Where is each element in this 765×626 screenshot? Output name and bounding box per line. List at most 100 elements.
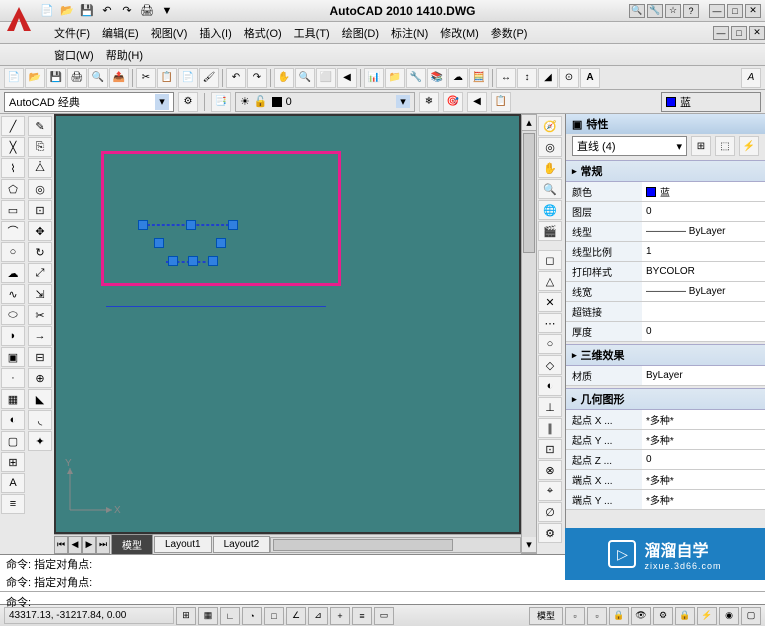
toggle-pickadd-icon[interactable]: ⊞ [691,136,711,156]
quickview-layouts-icon[interactable]: ▫ [565,607,585,625]
scroll-down-icon[interactable]: ▾ [522,537,536,553]
tb-dim2-icon[interactable]: ↕ [517,68,537,88]
section-geometry[interactable]: 几何图形 [566,388,765,410]
tab-nav-prev[interactable]: ◀ [68,536,82,554]
prop-lineweight-value[interactable]: ———— ByLayer [642,282,765,302]
block-tool-icon[interactable]: ▣ [1,347,25,367]
otrack-toggle[interactable]: ∠ [286,607,306,625]
model-space-button[interactable]: 模型 [529,607,563,625]
prop-material-value[interactable]: ByLayer [642,366,765,386]
move-tool-icon[interactable]: ✥ [28,221,52,241]
dyn-toggle[interactable]: + [330,607,350,625]
search-icon[interactable]: 🔍 [629,4,645,18]
tb-redo-icon[interactable]: ↷ [247,68,267,88]
hatch-tool-icon[interactable]: ▦ [1,389,25,409]
horizontal-scrollbar[interactable] [270,537,521,553]
layer-combo[interactable]: ☀ 🔓 0 ▾ [235,92,415,112]
copy-tool-icon[interactable]: ⎘ [28,137,52,157]
pan-icon[interactable]: ✋ [538,158,562,178]
tb-dim3-icon[interactable]: ◢ [538,68,558,88]
osnap-tan-icon[interactable]: ◐ [538,376,562,396]
prop-linetype-value[interactable]: ———— ByLayer [642,222,765,242]
grip[interactable] [188,256,198,266]
menu-draw[interactable]: 绘图(D) [336,25,385,41]
osnap-par-icon[interactable]: ∥ [538,418,562,438]
pline-tool-icon[interactable]: ⌇ [1,158,25,178]
tb-dim-icon[interactable]: ↔ [496,68,516,88]
tb-calc-icon[interactable]: 🧮 [469,68,489,88]
rectangle-tool-icon[interactable]: ▭ [1,200,25,220]
selection-combo[interactable]: 直线 (4) ▾ [572,136,687,156]
tab-layout1[interactable]: Layout1 [154,536,212,553]
explode-tool-icon[interactable]: ✦ [28,431,52,451]
qp-toggle[interactable]: ▭ [374,607,394,625]
section-3d-effect[interactable]: 三维效果 [566,344,765,366]
osnap-settings-icon[interactable]: ⚙ [538,523,562,543]
tb-match-icon[interactable]: 🖌 [199,68,219,88]
tb-undo-icon[interactable]: ↶ [226,68,246,88]
arc-tool-icon[interactable]: ⌒ [1,221,25,241]
doc-restore-button[interactable]: □ [731,26,747,40]
qat-new-icon[interactable]: 📄 [38,2,56,20]
tb-paste-icon[interactable]: 📄 [178,68,198,88]
section-general[interactable]: 常规 [566,160,765,182]
menu-insert[interactable]: 插入(I) [193,25,237,41]
osnap-int-icon[interactable]: ✕ [538,292,562,312]
menu-file[interactable]: 文件(F) [48,25,96,41]
isolate-objects-icon[interactable]: ◉ [719,607,739,625]
tb-dim4-icon[interactable]: ⊙ [559,68,579,88]
menu-tools[interactable]: 工具(T) [288,25,336,41]
tb-cut-icon[interactable]: ✂ [136,68,156,88]
lwt-toggle[interactable]: ≡ [352,607,372,625]
nav-compass-icon[interactable]: 🧭 [538,116,562,136]
extend-tool-icon[interactable]: → [28,326,52,346]
drawing-canvas[interactable]: X Y [54,114,521,534]
circle-tool-icon[interactable]: ○ [1,242,25,262]
stretch-tool-icon[interactable]: ⇲ [28,284,52,304]
workspace-gear-icon[interactable]: ⚙ [178,92,198,112]
tb-pan-icon[interactable]: ✋ [274,68,294,88]
fillet-tool-icon[interactable]: ◟ [28,410,52,430]
tab-layout2[interactable]: Layout2 [213,536,271,553]
prop-hyperlink-value[interactable] [642,302,765,322]
close-button[interactable]: ✕ [745,4,761,18]
annotation-scale-icon[interactable]: 🔒 [609,607,629,625]
annotation-vis-icon[interactable]: 👁 [631,607,651,625]
osnap-none-icon[interactable]: ∅ [538,502,562,522]
tb-textstyle-icon[interactable]: A [741,68,761,88]
prop-endy-value[interactable]: *多种* [642,490,765,510]
tab-model[interactable]: 模型 [111,534,153,555]
nav-wheel-icon[interactable]: ◎ [538,137,562,157]
grip[interactable] [208,256,218,266]
tb-new-icon[interactable]: 📄 [4,68,24,88]
hardware-accel-icon[interactable]: ⚡ [697,607,717,625]
help-icon[interactable]: ? [683,4,699,18]
osnap-qua-icon[interactable]: ◇ [538,355,562,375]
qat-print-icon[interactable]: 🖨 [138,2,156,20]
tb-zoomwin-icon[interactable]: ⬜ [316,68,336,88]
zoom-icon[interactable]: 🔍 [538,179,562,199]
qat-redo-icon[interactable]: ↷ [118,2,136,20]
tb-preview-icon[interactable]: 🔍 [88,68,108,88]
tb-zoomprev-icon[interactable]: ◀ [337,68,357,88]
workspace-combo[interactable]: AutoCAD 经典 ▾ [4,92,174,112]
offset-tool-icon[interactable]: ◎ [28,179,52,199]
tb-tp-icon[interactable]: 🔧 [406,68,426,88]
menu-format[interactable]: 格式(O) [238,25,288,41]
array-tool-icon[interactable]: ⊡ [28,200,52,220]
layer-iso-icon[interactable]: ❄ [419,92,439,112]
tab-nav-next[interactable]: ▶ [82,536,96,554]
infocenter-icon[interactable]: 🔧 [647,4,663,18]
scrollbar-thumb[interactable] [523,133,535,253]
showmotion-icon[interactable]: 🎬 [538,221,562,241]
layer-match-icon[interactable]: 🎯 [443,92,463,112]
osnap-mid-icon[interactable]: △ [538,271,562,291]
workspace-switch-icon[interactable]: ⚙ [653,607,673,625]
select-objects-icon[interactable]: ⬚ [715,136,735,156]
mline-tool-icon[interactable]: ≡ [1,494,25,514]
prop-startx-value[interactable]: *多种* [642,410,765,430]
qat-undo-icon[interactable]: ↶ [98,2,116,20]
qat-save-icon[interactable]: 💾 [78,2,96,20]
tab-nav-last[interactable]: ⏭ [96,536,110,554]
tb-open-icon[interactable]: 📂 [25,68,45,88]
